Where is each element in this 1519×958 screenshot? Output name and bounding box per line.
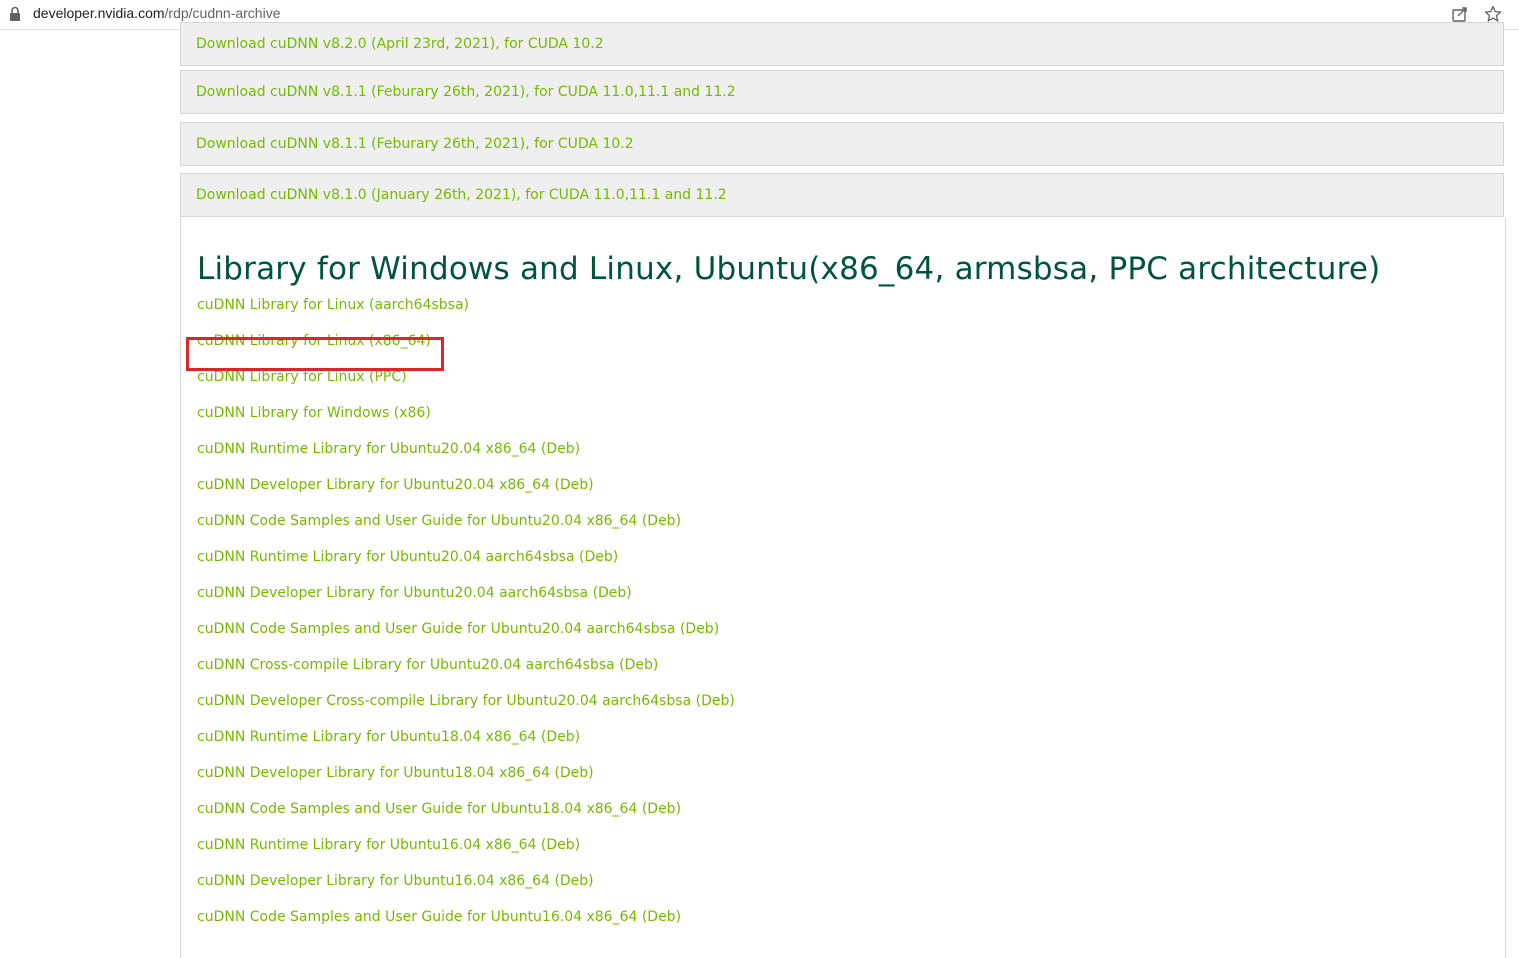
lock-icon[interactable] <box>9 6 21 22</box>
cudnn-archive-content: Download cuDNN v8.2.0 (April 23rd, 2021)… <box>180 22 1506 958</box>
library-link[interactable]: cuDNN Developer Library for Ubuntu20.04 … <box>197 477 594 493</box>
download-link[interactable]: Download cuDNN v8.1.0 (January 26th, 202… <box>196 187 727 203</box>
library-link[interactable]: cuDNN Developer Cross-compile Library fo… <box>197 693 735 709</box>
library-link[interactable]: cuDNN Developer Library for Ubuntu20.04 … <box>197 585 632 601</box>
library-link[interactable]: cuDNN Developer Library for Ubuntu18.04 … <box>197 765 594 781</box>
star-icon[interactable] <box>1484 5 1502 23</box>
library-panel: Library for Windows and Linux, Ubuntu(x8… <box>180 218 1506 958</box>
library-link[interactable]: cuDNN Code Samples and User Guide for Ub… <box>197 801 681 817</box>
library-link[interactable]: cuDNN Library for Linux (aarch64sbsa) <box>197 297 469 313</box>
download-link[interactable]: Download cuDNN v8.1.1 (Feburary 26th, 20… <box>196 136 634 152</box>
download-panel[interactable]: Download cuDNN v8.2.0 (April 23rd, 2021)… <box>180 22 1504 66</box>
library-link[interactable]: cuDNN Code Samples and User Guide for Ub… <box>197 513 681 529</box>
library-link[interactable]: cuDNN Library for Windows (x86) <box>197 405 431 421</box>
download-panel[interactable]: Download cuDNN v8.1.0 (January 26th, 202… <box>180 173 1504 217</box>
library-link[interactable]: cuDNN Runtime Library for Ubuntu20.04 x8… <box>197 441 580 457</box>
url-field[interactable]: developer.nvidia.com/rdp/cudnn-archive <box>33 5 280 21</box>
library-link[interactable]: cuDNN Runtime Library for Ubuntu16.04 x8… <box>197 837 580 853</box>
download-link[interactable]: Download cuDNN v8.1.1 (Feburary 26th, 20… <box>196 84 736 100</box>
url-path: /rdp/cudnn-archive <box>164 5 281 21</box>
library-link[interactable]: cuDNN Runtime Library for Ubuntu18.04 x8… <box>197 729 580 745</box>
library-link[interactable]: cuDNN Code Samples and User Guide for Ub… <box>197 621 719 637</box>
url-host: developer.nvidia.com <box>33 5 165 21</box>
download-panel[interactable]: Download cuDNN v8.1.1 (Feburary 26th, 20… <box>180 122 1504 166</box>
download-link[interactable]: Download cuDNN v8.2.0 (April 23rd, 2021)… <box>196 36 604 52</box>
library-link[interactable]: cuDNN Developer Library for Ubuntu16.04 … <box>197 873 594 889</box>
library-link[interactable]: cuDNN Code Samples and User Guide for Ub… <box>197 909 681 925</box>
download-panel[interactable]: Download cuDNN v8.1.1 (Feburary 26th, 20… <box>180 70 1504 114</box>
share-icon[interactable] <box>1451 5 1469 23</box>
highlight-box <box>186 337 444 371</box>
library-link[interactable]: cuDNN Cross-compile Library for Ubuntu20… <box>197 657 658 673</box>
library-link[interactable]: cuDNN Runtime Library for Ubuntu20.04 aa… <box>197 549 618 565</box>
library-heading: Library for Windows and Linux, Ubuntu(x8… <box>197 251 1381 287</box>
library-link[interactable]: cuDNN Library for Linux (PPC) <box>197 369 407 385</box>
